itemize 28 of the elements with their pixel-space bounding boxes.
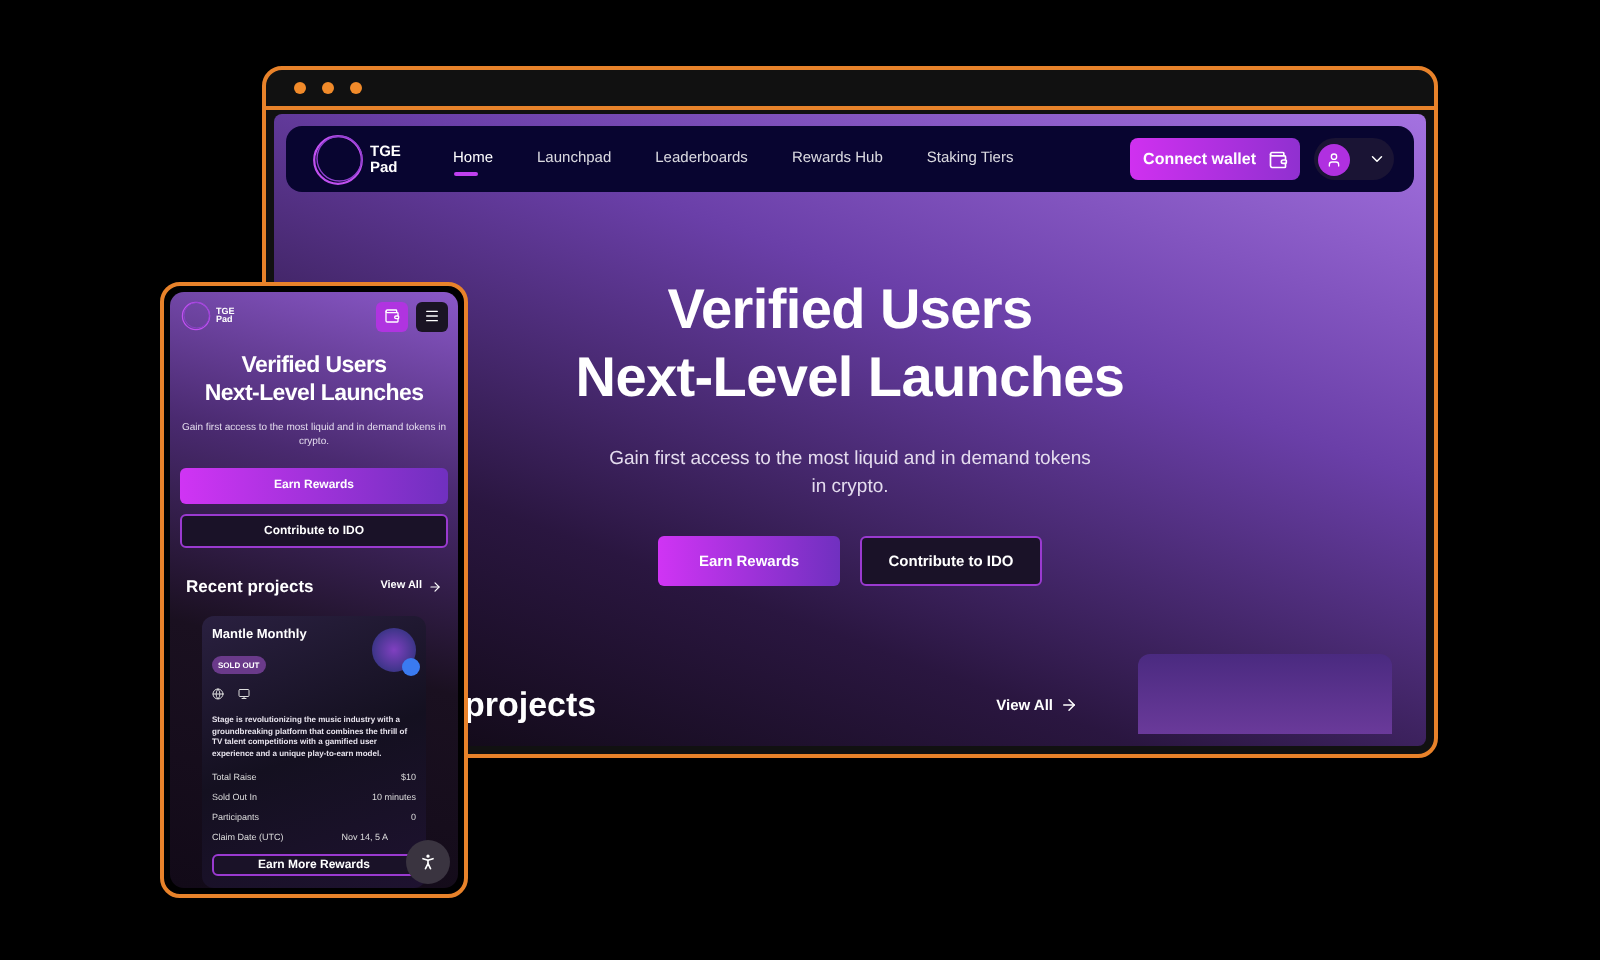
- hero-title: Next-Level Launches: [204, 381, 424, 410]
- wallet-button[interactable]: [375, 301, 408, 331]
- hero-title: Verified Users: [667, 276, 1033, 344]
- user-icon: [1326, 151, 1342, 167]
- wallet-icon: [383, 308, 400, 324]
- chain-badge-icon: [402, 658, 420, 677]
- menu-icon: [423, 308, 440, 324]
- person-icon: [418, 852, 438, 872]
- hero-subtitle: Gain first access to the most liquid and in demand tokens in crypto.: [607, 446, 1093, 502]
- logo-ring-icon: [180, 300, 212, 332]
- accessibility-button[interactable]: [406, 840, 450, 884]
- wallet-icon: [1268, 149, 1288, 169]
- hero-title: Next-Level Launches: [575, 343, 1125, 411]
- logo-ring-icon: [310, 131, 366, 187]
- account-menu-button[interactable]: [1314, 138, 1394, 180]
- connect-wallet-button[interactable]: Connect wallet: [1129, 138, 1300, 180]
- section-title: Recent projects: [186, 576, 314, 597]
- globe-icon[interactable]: [212, 688, 224, 701]
- chevron-down-icon: [1368, 150, 1386, 168]
- window-dot-icon[interactable]: [294, 82, 306, 94]
- monitor-icon[interactable]: [238, 688, 250, 701]
- menu-button[interactable]: [415, 301, 448, 331]
- window-dot-icon[interactable]: [350, 82, 362, 94]
- section-title: projects: [464, 685, 597, 726]
- hero-title: Verified Users: [241, 354, 387, 382]
- window-dot-icon[interactable]: [322, 82, 334, 94]
- arrow-right-icon: [428, 579, 442, 594]
- arrow-right-icon: [1059, 696, 1077, 715]
